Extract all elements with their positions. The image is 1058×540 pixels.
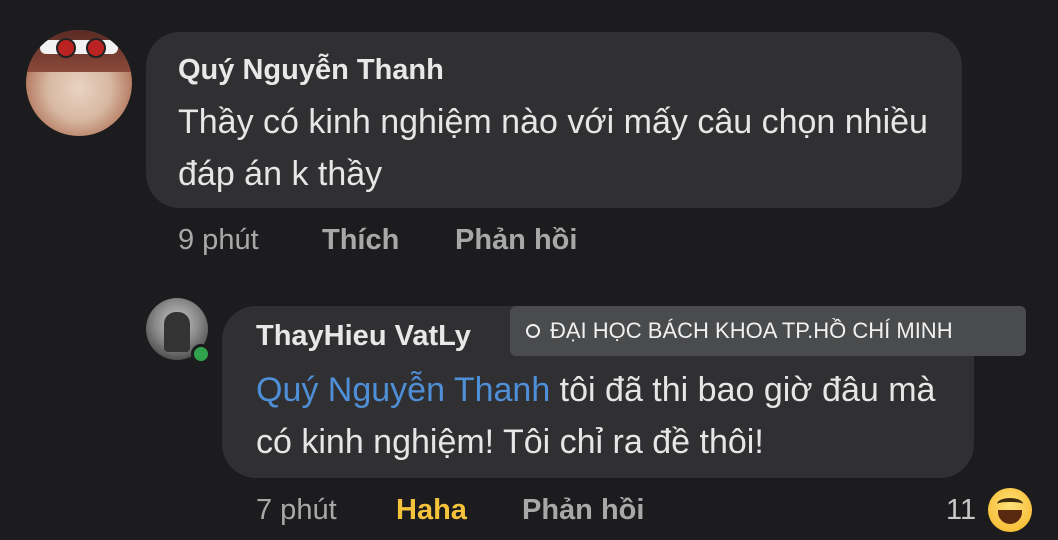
reply-author[interactable]: ThayHieu VatLy xyxy=(256,320,471,353)
haha-reaction-button[interactable]: Haha xyxy=(396,494,467,527)
comment-text: Thầy có kinh nghiệm nào với mấy câu chọn… xyxy=(178,103,928,193)
reply-button[interactable]: Phản hồi xyxy=(455,224,577,257)
location-pin-icon xyxy=(526,324,540,338)
mention-link[interactable]: Quý Nguyễn Thanh xyxy=(256,371,550,409)
location-text: ĐẠI HỌC BÁCH KHOA TP.HỒ CHÍ MINH xyxy=(550,318,953,343)
reaction-count[interactable]: 11 xyxy=(946,494,976,527)
online-status-indicator xyxy=(191,344,211,364)
laughing-emoji-icon[interactable] xyxy=(988,488,1032,532)
avatar[interactable] xyxy=(26,30,132,136)
comment-author[interactable]: Quý Nguyễn Thanh xyxy=(178,54,444,87)
comment-time[interactable]: 9 phút xyxy=(178,224,259,257)
reply-time[interactable]: 7 phút xyxy=(256,494,337,527)
like-button[interactable]: Thích xyxy=(322,224,399,257)
reply-text: Quý Nguyễn Thanh tôi đã thi bao giờ đâu … xyxy=(256,364,956,468)
reply-button[interactable]: Phản hồi xyxy=(522,494,644,527)
location-tooltip: ĐẠI HỌC BÁCH KHOA TP.HỒ CHÍ MINH xyxy=(510,306,1026,356)
